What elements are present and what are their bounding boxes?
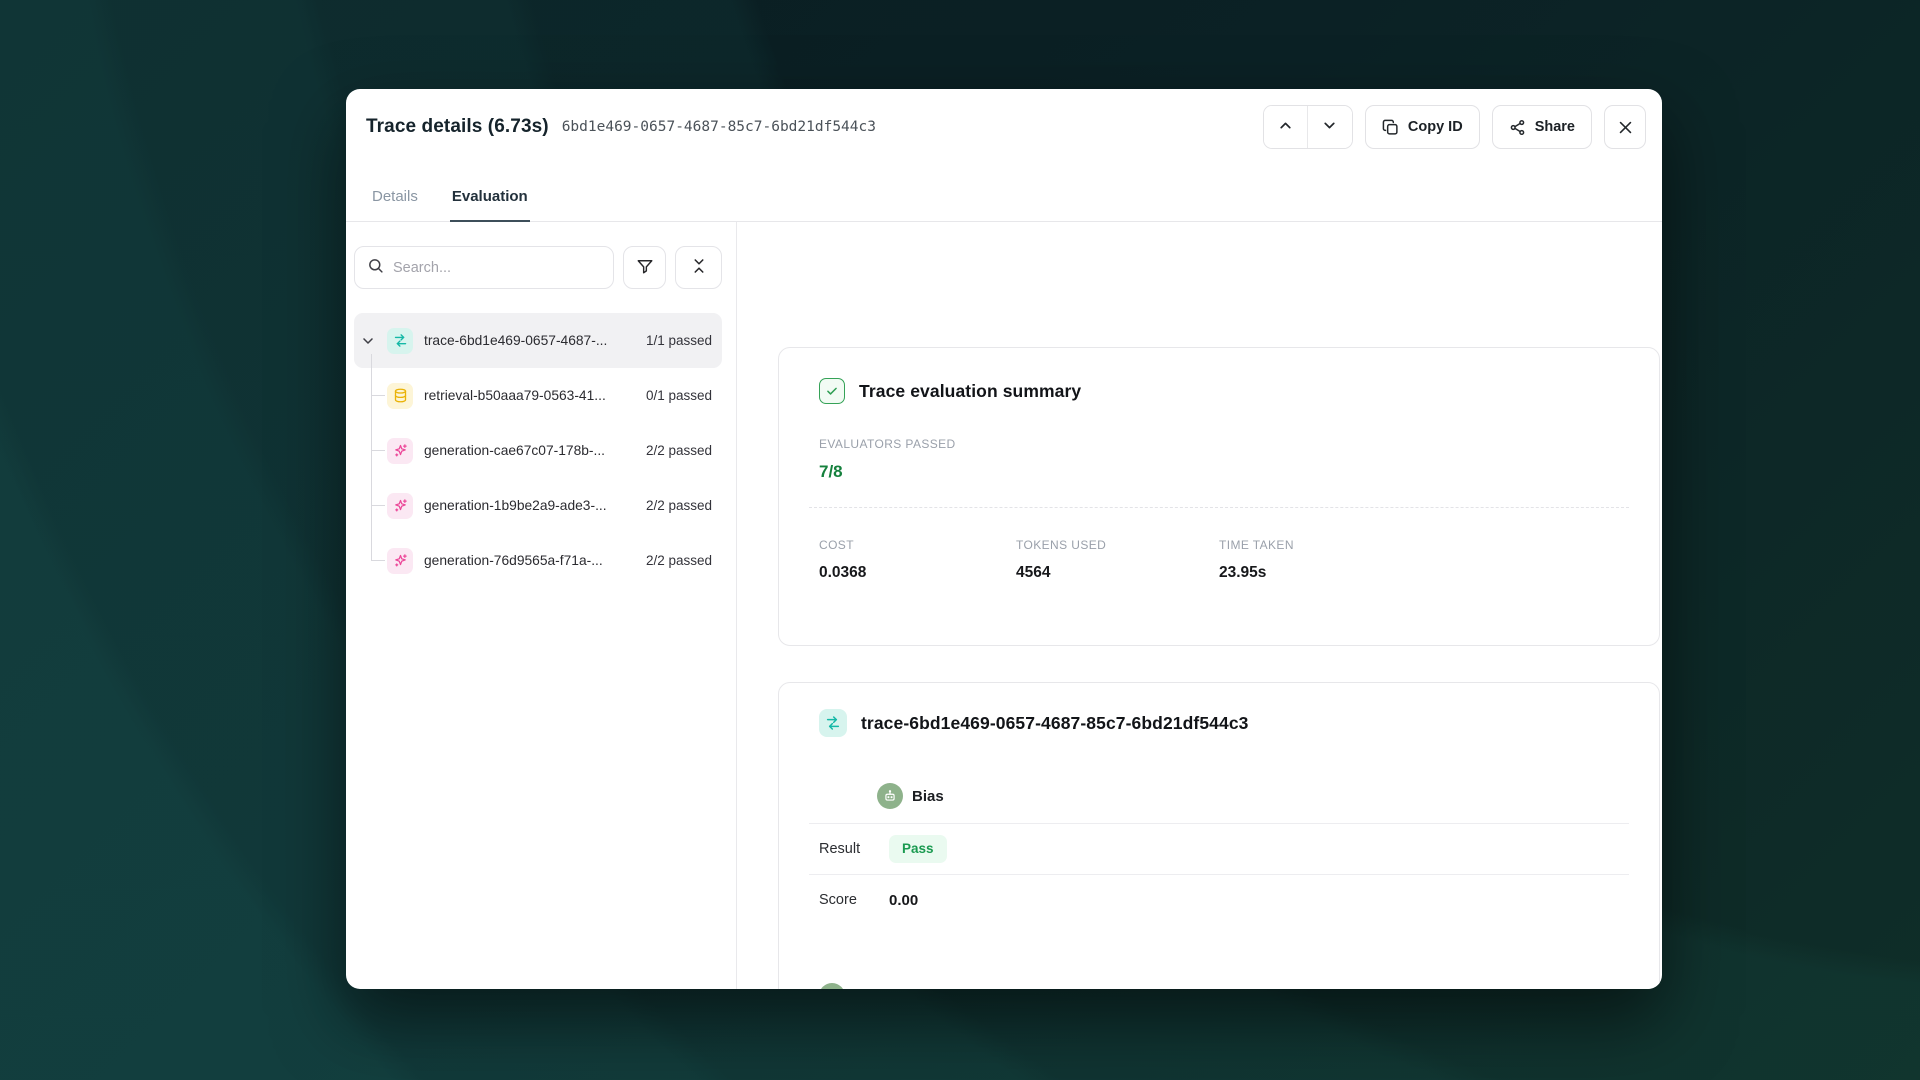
tree-row-label: generation-76d9565a-f71a-... — [424, 553, 638, 568]
tree-row-status: 2/2 passed — [646, 498, 712, 513]
next-trace-button[interactable] — [1308, 106, 1352, 148]
sparkles-icon — [387, 493, 413, 519]
trace-card-title: trace-6bd1e469-0657-4687-85c7-6bd21df544… — [861, 713, 1249, 734]
stat-value: 0.0368 — [819, 564, 1016, 582]
stat-tokens-used: TOKENS USED 4564 — [1016, 538, 1219, 582]
search-box — [354, 246, 614, 289]
database-icon — [387, 383, 413, 409]
search-icon — [367, 257, 384, 279]
sparkles-icon — [387, 438, 413, 464]
collapse-icon — [690, 257, 708, 278]
tree-row-retrieval[interactable]: retrieval-b50aaa79-0563-41... 0/1 passed — [354, 368, 722, 423]
share-button[interactable]: Share — [1492, 105, 1592, 149]
dashed-divider — [809, 507, 1629, 508]
tree-row-status: 2/2 passed — [646, 553, 712, 568]
tree-row-generation-3[interactable]: generation-76d9565a-f71a-... 2/2 passed — [354, 533, 722, 588]
modal-header: Trace details (6.73s) 6bd1e469-0657-4687… — [346, 89, 1662, 155]
close-icon — [1617, 119, 1634, 136]
filter-icon — [636, 257, 654, 278]
tree-row-label: trace-6bd1e469-0657-4687-... — [424, 333, 638, 348]
tab-evaluation[interactable]: Evaluation — [450, 188, 530, 222]
modal-title: Trace details (6.73s) — [366, 116, 549, 138]
chevron-up-icon — [1277, 117, 1294, 137]
tab-details[interactable]: Details — [370, 188, 420, 222]
summary-card-title: Trace evaluation summary — [859, 381, 1081, 402]
copy-id-label: Copy ID — [1408, 119, 1463, 135]
tree-connector — [360, 533, 387, 588]
tree-row-status: 0/1 passed — [646, 388, 712, 403]
close-button[interactable] — [1604, 105, 1646, 149]
stat-value: 4564 — [1016, 564, 1219, 582]
search-input[interactable] — [393, 260, 601, 276]
stat-value: 23.95s — [1219, 564, 1294, 582]
evaluation-panel: Trace evaluation summary EVALUATORS PASS… — [737, 222, 1662, 989]
tree-row-label: generation-cae67c07-178b-... — [424, 443, 638, 458]
robot-icon — [819, 983, 845, 989]
stat-time-taken: TIME TAKEN 23.95s — [1219, 538, 1294, 582]
trace-id-text: 6bd1e469-0657-4687-85c7-6bd21df544c3 — [562, 119, 876, 135]
collapse-all-button[interactable] — [675, 246, 722, 289]
summary-stats: COST 0.0368 TOKENS USED 4564 TIME TAKEN … — [819, 538, 1629, 582]
stat-label: COST — [819, 538, 1016, 552]
pass-badge: Pass — [889, 835, 947, 863]
trace-details-modal: Trace details (6.73s) 6bd1e469-0657-4687… — [346, 89, 1662, 989]
trace-icon — [387, 328, 413, 354]
tree-row-trace[interactable]: trace-6bd1e469-0657-4687-... 1/1 passed — [354, 313, 722, 368]
previous-trace-button[interactable] — [1264, 106, 1308, 148]
tree-row-status: 1/1 passed — [646, 333, 712, 348]
score-value: 0.00 — [889, 892, 918, 909]
result-row: Result Pass — [819, 824, 1629, 874]
result-label: Result — [819, 841, 889, 857]
evaluator-section-header: Bias — [877, 783, 1629, 809]
filter-button[interactable] — [623, 246, 666, 289]
share-label: Share — [1535, 119, 1575, 135]
score-row: Score 0.00 — [819, 875, 1629, 925]
modal-tabs: Details Evaluation — [346, 155, 1662, 222]
tree-row-generation-2[interactable]: generation-1b9be2a9-ade3-... 2/2 passed — [354, 478, 722, 533]
checkbox-check-icon — [819, 378, 845, 404]
stat-label: TIME TAKEN — [1219, 538, 1294, 552]
expander-chevron-down-icon[interactable] — [360, 333, 387, 349]
score-label: Score — [819, 892, 889, 908]
stat-cost: COST 0.0368 — [819, 538, 1016, 582]
trace-pager — [1263, 105, 1353, 149]
trace-tree-sidebar: trace-6bd1e469-0657-4687-... 1/1 passed … — [346, 222, 737, 989]
evaluator-name: Bias — [912, 788, 944, 805]
evaluator-name: Bias — [854, 988, 886, 990]
evaluators-passed-value: 7/8 — [819, 462, 1629, 482]
tree-row-status: 2/2 passed — [646, 443, 712, 458]
evaluators-passed-label: EVALUATORS PASSED — [819, 437, 1629, 451]
trace-detail-card: trace-6bd1e469-0657-4687-85c7-6bd21df544… — [778, 682, 1660, 989]
share-icon — [1509, 119, 1526, 136]
tree-row-generation-1[interactable]: generation-cae67c07-178b-... 2/2 passed — [354, 423, 722, 478]
header-actions: Copy ID Share — [1263, 105, 1646, 149]
sparkles-icon — [387, 548, 413, 574]
copy-icon — [1382, 119, 1399, 136]
tree-row-label: retrieval-b50aaa79-0563-41... — [424, 388, 638, 403]
trace-evaluation-summary-card: Trace evaluation summary EVALUATORS PASS… — [778, 347, 1660, 646]
chevron-down-icon — [1321, 117, 1338, 137]
tree-row-label: generation-1b9be2a9-ade3-... — [424, 498, 638, 513]
robot-icon — [877, 783, 903, 809]
evaluator-section-header: Bias — [819, 983, 1629, 989]
copy-id-button[interactable]: Copy ID — [1365, 105, 1480, 149]
trace-icon — [819, 709, 847, 737]
trace-tree: trace-6bd1e469-0657-4687-... 1/1 passed … — [354, 313, 722, 588]
stat-label: TOKENS USED — [1016, 538, 1219, 552]
